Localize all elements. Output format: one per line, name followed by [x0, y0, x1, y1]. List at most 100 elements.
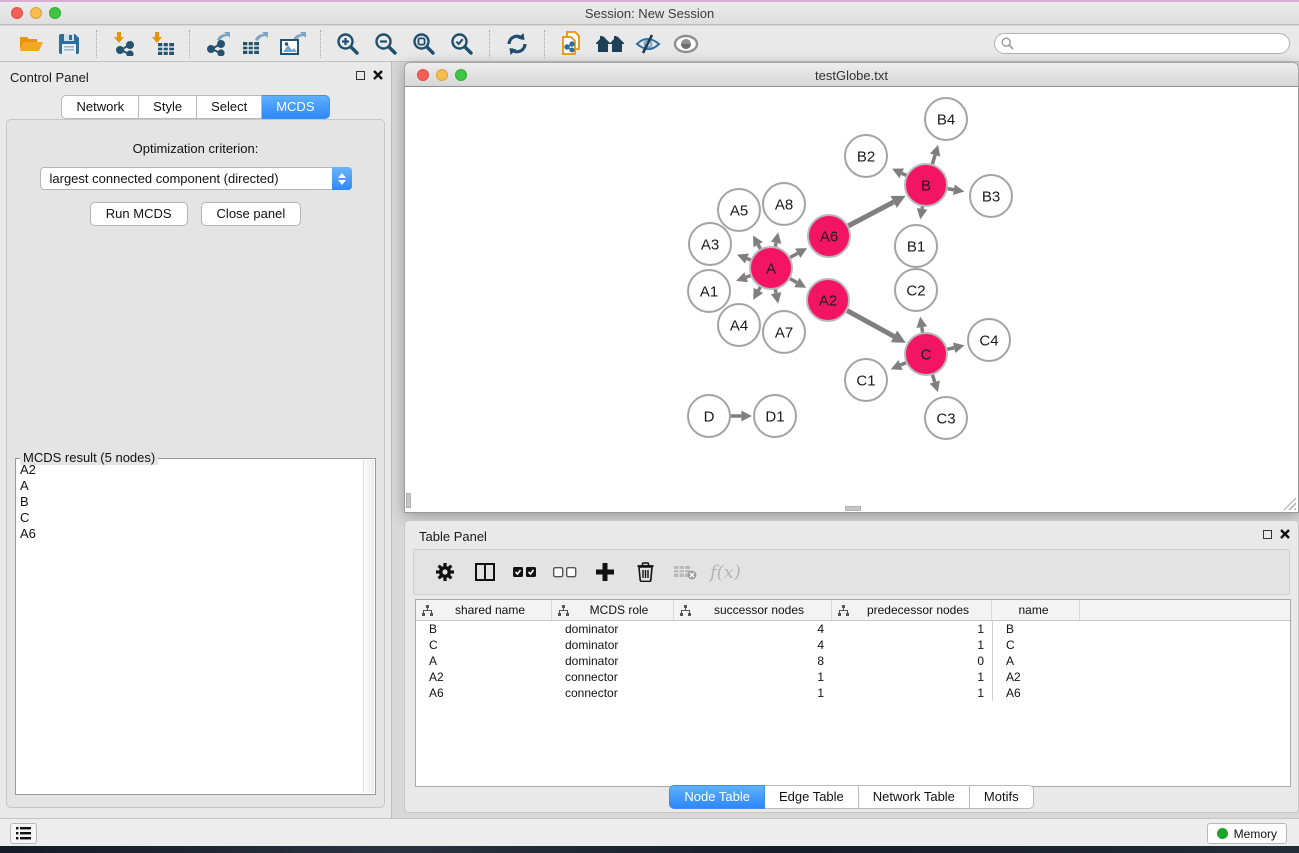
tab-network[interactable]: Network	[61, 95, 139, 119]
criterion-dropdown[interactable]: largest connected component (directed)	[40, 167, 352, 190]
graph-edge-B-B1[interactable]	[917, 206, 928, 220]
add-column-button[interactable]	[588, 556, 622, 588]
tab-style[interactable]: Style	[139, 95, 197, 119]
memory-button[interactable]: Memory	[1207, 823, 1287, 844]
graph-edge-C-C2[interactable]	[917, 317, 928, 334]
graph-edge-A-A7[interactable]	[771, 289, 781, 304]
table-settings-button[interactable]	[428, 556, 462, 588]
search-field[interactable]	[994, 33, 1290, 54]
graph-node-A6[interactable]: A6	[808, 215, 850, 257]
graph-node-C4[interactable]: C4	[968, 319, 1010, 361]
graph-node-B[interactable]: B	[905, 164, 947, 206]
result-item[interactable]: A2	[20, 462, 361, 478]
tab-edge-table[interactable]: Edge Table	[765, 785, 859, 809]
network-window-titlebar[interactable]: testGlobe.txt	[404, 62, 1299, 87]
tab-mcds[interactable]: MCDS	[262, 95, 329, 119]
copy-network-button[interactable]	[556, 29, 588, 59]
graph-edge-B-B3[interactable]	[947, 184, 965, 195]
task-history-button[interactable]	[10, 823, 37, 844]
graph-node-C[interactable]: C	[905, 333, 947, 375]
graph-node-D1[interactable]: D1	[754, 395, 796, 437]
result-item[interactable]: A6	[20, 526, 361, 542]
graph-node-A[interactable]: A	[750, 247, 792, 289]
select-all-button[interactable]	[508, 556, 542, 588]
graph-edge-A-A5[interactable]	[753, 235, 763, 249]
graph-node-A5[interactable]: A5	[718, 189, 760, 231]
graph-edge-A6-B[interactable]	[848, 196, 906, 227]
deselect-all-button[interactable]	[548, 556, 582, 588]
result-item[interactable]: B	[20, 494, 361, 510]
graph-edge-A-A3[interactable]	[737, 254, 751, 264]
graph-edge-A2-C[interactable]	[846, 310, 905, 343]
float-table-panel-icon[interactable]	[1263, 530, 1272, 539]
result-scrollbar[interactable]	[363, 460, 374, 793]
network-canvas[interactable]: B4 B2 B B3 A8A5 A6 A3 B1 A C2 A1 A2 A4A7 C4 C C1 C3 D D1	[404, 87, 1299, 513]
import-network-button[interactable]	[108, 29, 140, 59]
save-session-button[interactable]	[53, 29, 85, 59]
graph-edge-A-A8[interactable]	[771, 232, 781, 247]
show-columns-button[interactable]	[468, 556, 502, 588]
resize-grip[interactable]	[1283, 497, 1296, 510]
graph-edge-A-A1[interactable]	[736, 272, 751, 282]
table-row[interactable]: A2connector11A2	[416, 669, 1290, 685]
float-panel-icon[interactable]	[356, 71, 365, 80]
tab-motifs[interactable]: Motifs	[970, 785, 1034, 809]
hide-visual-button[interactable]	[632, 29, 664, 59]
export-network-button[interactable]	[201, 29, 233, 59]
refresh-button[interactable]	[501, 29, 533, 59]
tab-node-table[interactable]: Node Table	[669, 785, 765, 809]
home-layout-button[interactable]	[594, 29, 626, 59]
graph-edge-A-A2[interactable]	[789, 278, 806, 288]
graph-edge-C-C3[interactable]	[930, 374, 940, 392]
graph-edge-A-A4[interactable]	[753, 286, 763, 299]
graph-node-A7[interactable]: A7	[763, 311, 805, 353]
graph-edge-D-D1[interactable]	[730, 411, 752, 422]
zoom-in-button[interactable]	[332, 29, 364, 59]
run-mcds-button[interactable]: Run MCDS	[90, 202, 188, 226]
horizontal-scroll-thumb[interactable]	[845, 506, 861, 511]
graph-node-A8[interactable]: A8	[763, 183, 805, 225]
column-header-shared-name[interactable]: shared name	[416, 600, 552, 620]
graph-edge-B-B4[interactable]	[930, 145, 940, 165]
zoom-out-button[interactable]	[370, 29, 402, 59]
table-row[interactable]: Bdominator41B	[416, 621, 1290, 637]
graph-node-B1[interactable]: B1	[895, 225, 937, 267]
table-row[interactable]: A6connector11A6	[416, 685, 1290, 701]
graph-node-D[interactable]: D	[688, 395, 730, 437]
column-header-successor-nodes[interactable]: successor nodes	[674, 600, 832, 620]
graph-edge-B-B2[interactable]	[892, 168, 907, 178]
close-panel-button[interactable]: Close panel	[201, 202, 302, 226]
result-item[interactable]: A	[20, 478, 361, 494]
graph-node-A1[interactable]: A1	[688, 270, 730, 312]
graph-node-A4[interactable]: A4	[718, 304, 760, 346]
import-table-button[interactable]	[146, 29, 178, 59]
tab-select[interactable]: Select	[197, 95, 262, 119]
tab-network-table[interactable]: Network Table	[859, 785, 970, 809]
column-header-predecessor-nodes[interactable]: predecessor nodes	[832, 600, 992, 620]
graph-edge-A-A6[interactable]	[789, 248, 807, 258]
delete-column-button[interactable]	[628, 556, 662, 588]
export-table-button[interactable]	[239, 29, 271, 59]
close-table-panel-icon[interactable]	[1280, 529, 1290, 539]
search-input[interactable]	[1014, 35, 1289, 52]
show-visual-button[interactable]	[670, 29, 702, 59]
graph-node-A3[interactable]: A3	[689, 223, 731, 265]
graph-node-C2[interactable]: C2	[895, 269, 937, 311]
vertical-scroll-thumb[interactable]	[406, 493, 411, 508]
column-header-MCDS-role[interactable]: MCDS role	[552, 600, 674, 620]
zoom-selected-button[interactable]	[446, 29, 478, 59]
table-row[interactable]: Cdominator41C	[416, 637, 1290, 653]
export-image-button[interactable]	[277, 29, 309, 59]
graph-node-A2[interactable]: A2	[807, 279, 849, 321]
zoom-fit-button[interactable]	[408, 29, 440, 59]
column-header-name[interactable]: name	[992, 600, 1080, 620]
table-row[interactable]: Adominator80A	[416, 653, 1290, 669]
open-session-button[interactable]	[15, 29, 47, 59]
graph-node-B2[interactable]: B2	[845, 135, 887, 177]
graph-node-B3[interactable]: B3	[970, 175, 1012, 217]
graph-node-B4[interactable]: B4	[925, 98, 967, 140]
graph-edge-C-C1[interactable]	[891, 360, 907, 370]
close-panel-icon[interactable]	[373, 70, 383, 80]
graph-node-C1[interactable]: C1	[845, 359, 887, 401]
graph-node-C3[interactable]: C3	[925, 397, 967, 439]
